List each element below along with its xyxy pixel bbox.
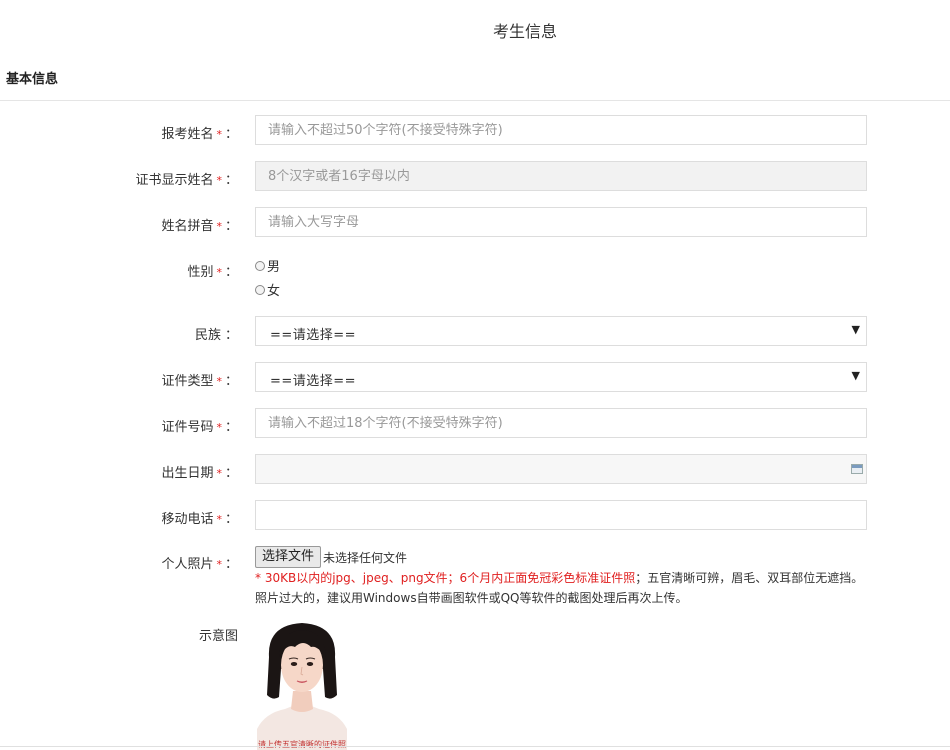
gender-label: 性别 *：: [187, 265, 238, 280]
required-mark: *: [216, 467, 222, 480]
required-mark: *: [216, 128, 222, 141]
required-mark: *: [216, 266, 222, 279]
name-label: 报考姓名 *：: [161, 127, 238, 142]
select-value: ==请选择==: [270, 374, 357, 389]
sample-label: 示意图: [198, 629, 238, 644]
photo-hint-line2: 照片过大的，建议用Windows自带画图软件或QQ等软件的截图处理后再次上传。: [255, 591, 688, 605]
bottom-divider: [0, 746, 950, 747]
required-mark: *: [216, 421, 222, 434]
sample-photo-caption: 请上传五官清晰的证件照: [258, 740, 346, 749]
photo-label: 个人照片 *：: [161, 557, 238, 572]
ethnicity-label: 民族：: [194, 328, 238, 343]
gender-option-label: 女: [267, 284, 281, 299]
file-status: 未选择任何文件: [323, 551, 408, 565]
mobile-input[interactable]: [255, 500, 867, 530]
choose-file-button[interactable]: 选择文件: [255, 546, 322, 568]
required-mark: *: [216, 513, 222, 526]
gender-radio-male[interactable]: 男: [255, 256, 280, 275]
sample-photo: 请上传五官清晰的证件照: [255, 617, 349, 750]
required-mark: *: [216, 174, 222, 187]
cert-name-label: 证书显示姓名 *：: [135, 173, 238, 188]
ethnicity-select[interactable]: ==请选择== ▼: [255, 316, 867, 346]
birth-date-input[interactable]: [255, 454, 867, 484]
radio-circle-icon: [255, 284, 265, 295]
sample-portrait-image: [255, 617, 349, 750]
section-divider: [0, 100, 950, 101]
dropdown-arrow-icon: ▼: [851, 323, 860, 336]
cert-name-input: [255, 161, 867, 191]
photo-hint: * 30KB以内的jpg、jpeg、png文件；6个月内正面免冠彩色标准证件照；…: [255, 571, 864, 585]
calendar-icon[interactable]: [851, 464, 863, 474]
required-mark: *: [216, 375, 222, 388]
required-mark: *: [255, 571, 261, 585]
id-type-select[interactable]: ==请选择== ▼: [255, 362, 867, 392]
required-mark: *: [216, 220, 222, 233]
pinyin-label: 姓名拼音 *：: [161, 219, 238, 234]
name-input[interactable]: [255, 115, 867, 145]
mobile-label: 移动电话 *：: [161, 512, 238, 527]
id-type-label: 证件类型 *：: [161, 374, 238, 389]
dropdown-arrow-icon: ▼: [851, 369, 860, 382]
section-title: 基本信息: [6, 72, 59, 87]
id-photo-link[interactable]: 证件照: [599, 571, 635, 585]
gender-option-label: 男: [267, 260, 281, 275]
radio-circle-icon: [255, 260, 265, 271]
pinyin-input[interactable]: [255, 207, 867, 237]
required-mark: *: [216, 558, 222, 571]
select-value: ==请选择==: [270, 328, 357, 343]
birth-date-label: 出生日期 *：: [161, 466, 238, 481]
gender-radio-female[interactable]: 女: [255, 280, 280, 299]
id-number-input[interactable]: [255, 408, 867, 438]
id-number-label: 证件号码 *：: [161, 420, 238, 435]
page-title: 考生信息: [492, 22, 557, 41]
